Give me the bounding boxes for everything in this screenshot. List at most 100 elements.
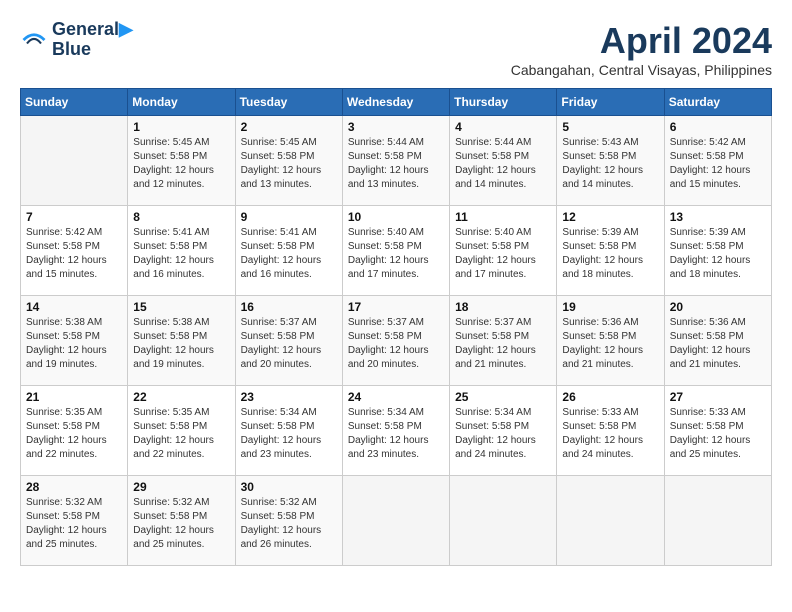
day-info: Sunrise: 5:40 AM Sunset: 5:58 PM Dayligh…: [455, 226, 551, 282]
day-info: Sunrise: 5:38 AM Sunset: 5:58 PM Dayligh…: [26, 316, 122, 372]
day-number: 28: [26, 480, 122, 494]
day-number: 21: [26, 390, 122, 404]
calendar-cell: 3 Sunrise: 5:44 AM Sunset: 5:58 PM Daylig…: [342, 116, 449, 206]
calendar-cell: 18 Sunrise: 5:37 AM Sunset: 5:58 PM Dayli…: [450, 296, 557, 386]
day-number: 12: [562, 210, 658, 224]
calendar-cell: 20 Sunrise: 5:36 AM Sunset: 5:58 PM Dayli…: [664, 296, 771, 386]
calendar-cell: 11 Sunrise: 5:40 AM Sunset: 5:58 PM Dayli…: [450, 206, 557, 296]
week-row-5: 28 Sunrise: 5:32 AM Sunset: 5:58 PM Dayli…: [21, 476, 772, 566]
calendar-cell: 15Sunrise: 5:38 AM Sunset: 5:58 PM Dayli…: [128, 296, 235, 386]
day-number: 17: [348, 300, 444, 314]
day-number: 22: [133, 390, 229, 404]
week-row-1: 1 Sunrise: 5:45 AM Sunset: 5:58 PM Daylig…: [21, 116, 772, 206]
week-row-3: 14 Sunrise: 5:38 AM Sunset: 5:58 PM Dayli…: [21, 296, 772, 386]
calendar-cell: 26Sunrise: 5:33 AM Sunset: 5:58 PM Dayli…: [557, 386, 664, 476]
calendar-cell: [342, 476, 449, 566]
day-number: 10: [348, 210, 444, 224]
calendar-cell: 21 Sunrise: 5:35 AM Sunset: 5:58 PM Dayli…: [21, 386, 128, 476]
day-number: 25: [455, 390, 551, 404]
calendar-cell: 9 Sunrise: 5:41 AM Sunset: 5:58 PM Daylig…: [235, 206, 342, 296]
calendar-cell: 22 Sunrise: 5:35 AM Sunset: 5:58 PM Dayli…: [128, 386, 235, 476]
calendar-cell: 29Sunrise: 5:32 AM Sunset: 5:58 PM Dayli…: [128, 476, 235, 566]
calendar-cell: 4Sunrise: 5:44 AM Sunset: 5:58 PM Daylig…: [450, 116, 557, 206]
day-number: 8: [133, 210, 229, 224]
day-number: 14: [26, 300, 122, 314]
column-header-wednesday: Wednesday: [342, 89, 449, 116]
day-number: 15: [133, 300, 229, 314]
day-info: Sunrise: 5:41 AM Sunset: 5:58 PM Dayligh…: [133, 226, 229, 282]
day-number: 3: [348, 120, 444, 134]
calendar-cell: 13 Sunrise: 5:39 AM Sunset: 5:58 PM Dayli…: [664, 206, 771, 296]
day-number: 13: [670, 210, 766, 224]
calendar-cell: [450, 476, 557, 566]
day-info: Sunrise: 5:32 AM Sunset: 5:58 PM Dayligh…: [241, 496, 337, 552]
day-number: 2: [241, 120, 337, 134]
week-row-2: 7 Sunrise: 5:42 AM Sunset: 5:58 PM Daylig…: [21, 206, 772, 296]
location-subtitle: Cabangahan, Central Visayas, Philippines: [511, 62, 772, 78]
page-header: General▶ Blue April 2024 Cabangahan, Cen…: [20, 20, 772, 78]
calendar-body: 1 Sunrise: 5:45 AM Sunset: 5:58 PM Daylig…: [21, 116, 772, 566]
calendar-cell: [21, 116, 128, 206]
day-number: 6: [670, 120, 766, 134]
calendar-cell: 1 Sunrise: 5:45 AM Sunset: 5:58 PM Daylig…: [128, 116, 235, 206]
day-number: 16: [241, 300, 337, 314]
day-info: Sunrise: 5:39 AM Sunset: 5:58 PM Dayligh…: [562, 226, 658, 282]
column-header-friday: Friday: [557, 89, 664, 116]
calendar-cell: 28 Sunrise: 5:32 AM Sunset: 5:58 PM Dayli…: [21, 476, 128, 566]
logo-text: General▶ Blue: [52, 20, 133, 60]
day-info: Sunrise: 5:36 AM Sunset: 5:58 PM Dayligh…: [670, 316, 766, 372]
day-number: 9: [241, 210, 337, 224]
day-number: 19: [562, 300, 658, 314]
day-number: 5: [562, 120, 658, 134]
column-header-tuesday: Tuesday: [235, 89, 342, 116]
day-number: 7: [26, 210, 122, 224]
day-info: Sunrise: 5:33 AM Sunset: 5:58 PM Dayligh…: [670, 406, 766, 462]
day-info: Sunrise: 5:43 AM Sunset: 5:58 PM Dayligh…: [562, 136, 658, 192]
day-info: Sunrise: 5:34 AM Sunset: 5:58 PM Dayligh…: [348, 406, 444, 462]
calendar-cell: 27Sunrise: 5:33 AM Sunset: 5:58 PM Dayli…: [664, 386, 771, 476]
calendar-table: SundayMondayTuesdayWednesdayThursdayFrid…: [20, 88, 772, 566]
day-number: 20: [670, 300, 766, 314]
calendar-cell: 12 Sunrise: 5:39 AM Sunset: 5:58 PM Dayli…: [557, 206, 664, 296]
day-info: Sunrise: 5:42 AM Sunset: 5:58 PM Dayligh…: [670, 136, 766, 192]
day-info: Sunrise: 5:36 AM Sunset: 5:58 PM Dayligh…: [562, 316, 658, 372]
day-number: 24: [348, 390, 444, 404]
day-number: 1: [133, 120, 229, 134]
day-number: 30: [241, 480, 337, 494]
calendar-cell: 5 Sunrise: 5:43 AM Sunset: 5:58 PM Daylig…: [557, 116, 664, 206]
day-info: Sunrise: 5:44 AM Sunset: 5:58 PM Dayligh…: [455, 136, 551, 192]
title-block: April 2024 Cabangahan, Central Visayas, …: [511, 20, 772, 78]
day-info: Sunrise: 5:37 AM Sunset: 5:58 PM Dayligh…: [455, 316, 551, 372]
calendar-cell: [557, 476, 664, 566]
calendar-header-row: SundayMondayTuesdayWednesdayThursdayFrid…: [21, 89, 772, 116]
week-row-4: 21 Sunrise: 5:35 AM Sunset: 5:58 PM Dayli…: [21, 386, 772, 476]
calendar-cell: 2 Sunrise: 5:45 AM Sunset: 5:58 PM Daylig…: [235, 116, 342, 206]
day-info: Sunrise: 5:37 AM Sunset: 5:58 PM Dayligh…: [241, 316, 337, 372]
day-number: 26: [562, 390, 658, 404]
day-info: Sunrise: 5:35 AM Sunset: 5:58 PM Dayligh…: [26, 406, 122, 462]
day-info: Sunrise: 5:45 AM Sunset: 5:58 PM Dayligh…: [241, 136, 337, 192]
day-info: Sunrise: 5:35 AM Sunset: 5:58 PM Dayligh…: [133, 406, 229, 462]
calendar-cell: 24 Sunrise: 5:34 AM Sunset: 5:58 PM Dayli…: [342, 386, 449, 476]
day-number: 11: [455, 210, 551, 224]
column-header-thursday: Thursday: [450, 89, 557, 116]
day-info: Sunrise: 5:32 AM Sunset: 5:58 PM Dayligh…: [133, 496, 229, 552]
logo-icon: [20, 26, 48, 54]
day-info: Sunrise: 5:42 AM Sunset: 5:58 PM Dayligh…: [26, 226, 122, 282]
day-info: Sunrise: 5:40 AM Sunset: 5:58 PM Dayligh…: [348, 226, 444, 282]
calendar-cell: 8 Sunrise: 5:41 AM Sunset: 5:58 PM Daylig…: [128, 206, 235, 296]
column-header-monday: Monday: [128, 89, 235, 116]
day-info: Sunrise: 5:45 AM Sunset: 5:58 PM Dayligh…: [133, 136, 229, 192]
column-header-saturday: Saturday: [664, 89, 771, 116]
day-info: Sunrise: 5:32 AM Sunset: 5:58 PM Dayligh…: [26, 496, 122, 552]
calendar-cell: [664, 476, 771, 566]
calendar-cell: 7 Sunrise: 5:42 AM Sunset: 5:58 PM Daylig…: [21, 206, 128, 296]
calendar-cell: 25 Sunrise: 5:34 AM Sunset: 5:58 PM Dayli…: [450, 386, 557, 476]
logo: General▶ Blue: [20, 20, 133, 60]
day-info: Sunrise: 5:39 AM Sunset: 5:58 PM Dayligh…: [670, 226, 766, 282]
day-number: 18: [455, 300, 551, 314]
day-info: Sunrise: 5:34 AM Sunset: 5:58 PM Dayligh…: [455, 406, 551, 462]
day-info: Sunrise: 5:44 AM Sunset: 5:58 PM Dayligh…: [348, 136, 444, 192]
day-number: 23: [241, 390, 337, 404]
day-info: Sunrise: 5:41 AM Sunset: 5:58 PM Dayligh…: [241, 226, 337, 282]
